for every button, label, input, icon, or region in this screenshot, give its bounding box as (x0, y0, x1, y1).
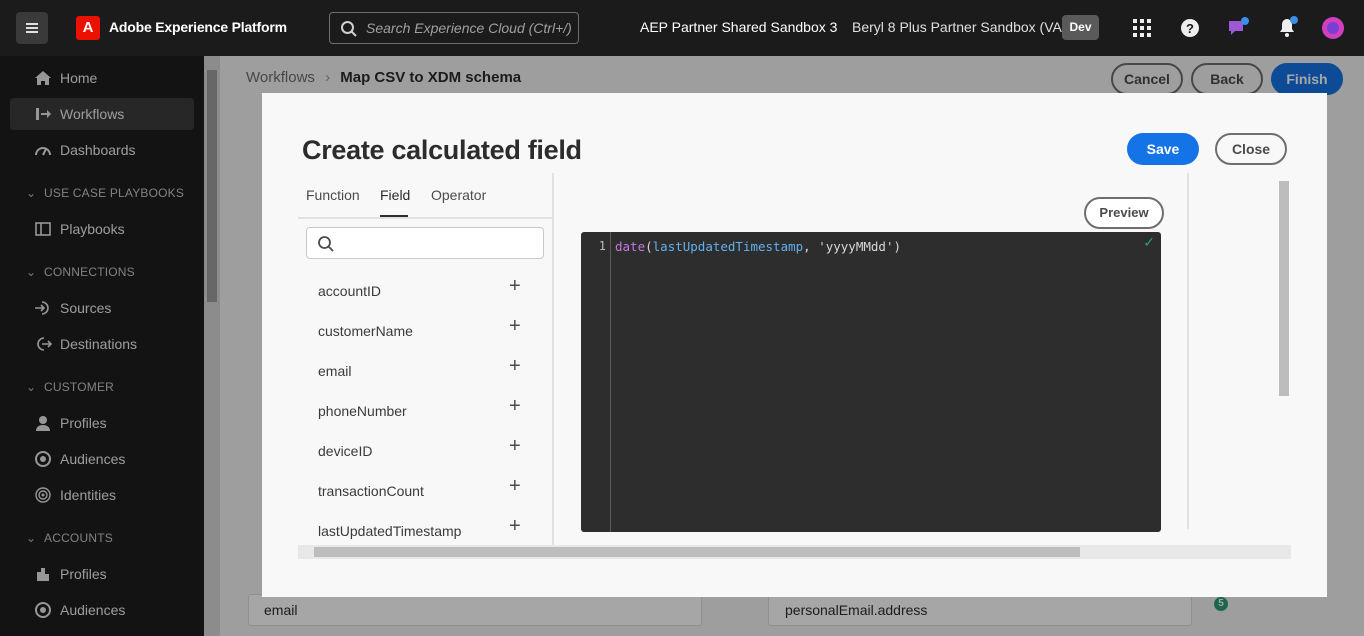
add-icon[interactable]: + (509, 355, 521, 378)
search-placeholder: Search Experience Cloud (Ctrl+/) (366, 20, 572, 36)
add-icon[interactable]: + (509, 435, 521, 458)
list-item[interactable]: customerName + (318, 315, 528, 343)
org-switcher[interactable]: AEP Partner Shared Sandbox 3 (640, 19, 837, 35)
save-button[interactable]: Save (1127, 133, 1199, 165)
panel-divider (1187, 173, 1189, 529)
close-button[interactable]: Close (1215, 133, 1287, 165)
code-function: date (615, 239, 646, 254)
list-item[interactable]: accountID + (318, 275, 528, 303)
notifications-icon[interactable] (1275, 16, 1299, 40)
line-gutter: 1 (581, 232, 611, 532)
code-identifier: lastUpdatedTimestamp (652, 239, 804, 254)
line-number: 1 (598, 239, 606, 253)
scrollbar-thumb[interactable] (1279, 181, 1289, 396)
menu-icon[interactable] (16, 12, 48, 44)
add-icon[interactable]: + (509, 395, 521, 418)
tab-field[interactable]: Field (380, 187, 410, 203)
panel-divider (552, 173, 554, 551)
preview-button[interactable]: Preview (1084, 197, 1164, 229)
app-title[interactable]: Adobe Experience Platform (109, 19, 287, 35)
list-item[interactable]: transactionCount + (318, 475, 528, 503)
tab-list: Function Field Operator (298, 173, 552, 219)
search-icon (341, 21, 357, 37)
add-icon[interactable]: + (509, 275, 521, 298)
code-paren: ( (645, 239, 653, 254)
code-args: , 'yyyyMMdd') (803, 239, 901, 254)
valid-check-icon: ✓ (1143, 234, 1155, 250)
list-item[interactable]: phoneNumber + (318, 395, 528, 423)
add-icon[interactable]: + (509, 475, 521, 498)
avatar[interactable] (1321, 16, 1345, 40)
scrollbar-thumb[interactable] (314, 547, 1080, 557)
field-search-input[interactable] (306, 227, 544, 259)
list-item[interactable]: lastUpdatedTimestamp + (318, 515, 528, 543)
svg-text:?: ? (1186, 21, 1194, 36)
apps-grid-icon[interactable] (1130, 16, 1154, 40)
add-icon[interactable]: + (509, 315, 521, 338)
search-input[interactable]: Search Experience Cloud (Ctrl+/) (329, 12, 579, 44)
field-name: email (318, 363, 352, 379)
env-badge: Dev (1062, 15, 1099, 40)
list-item[interactable]: deviceID + (318, 435, 528, 463)
adobe-logo-icon[interactable]: A (76, 16, 100, 40)
field-name: phoneNumber (318, 403, 407, 419)
add-icon[interactable]: + (509, 515, 521, 538)
field-name: lastUpdatedTimestamp (318, 523, 462, 539)
vertical-scrollbar[interactable] (1277, 173, 1291, 541)
expression-editor[interactable]: 1 date(lastUpdatedTimestamp, 'yyyyMMdd')… (581, 232, 1161, 532)
top-bar: A Adobe Experience Platform Search Exper… (0, 0, 1364, 56)
active-tab-indicator (380, 215, 408, 217)
dialog-title: Create calculated field (302, 135, 582, 165)
expression-code[interactable]: date(lastUpdatedTimestamp, 'yyyyMMdd') (615, 239, 901, 254)
sandbox-switcher[interactable]: Beryl 8 Plus Partner Sandbox (VA7) (852, 19, 1074, 35)
tab-function[interactable]: Function (306, 187, 360, 203)
help-icon[interactable]: ? (1178, 16, 1202, 40)
field-name: transactionCount (318, 483, 424, 499)
calculated-field-dialog: Create calculated field Save Close Funct… (262, 93, 1327, 597)
feedback-icon[interactable] (1226, 16, 1250, 40)
tab-operator[interactable]: Operator (431, 187, 486, 203)
search-icon (318, 236, 334, 252)
horizontal-scrollbar[interactable] (298, 545, 1291, 559)
field-name: deviceID (318, 443, 373, 459)
field-name: accountID (318, 283, 382, 299)
field-name: customerName (318, 323, 413, 339)
list-item[interactable]: email + (318, 355, 528, 383)
